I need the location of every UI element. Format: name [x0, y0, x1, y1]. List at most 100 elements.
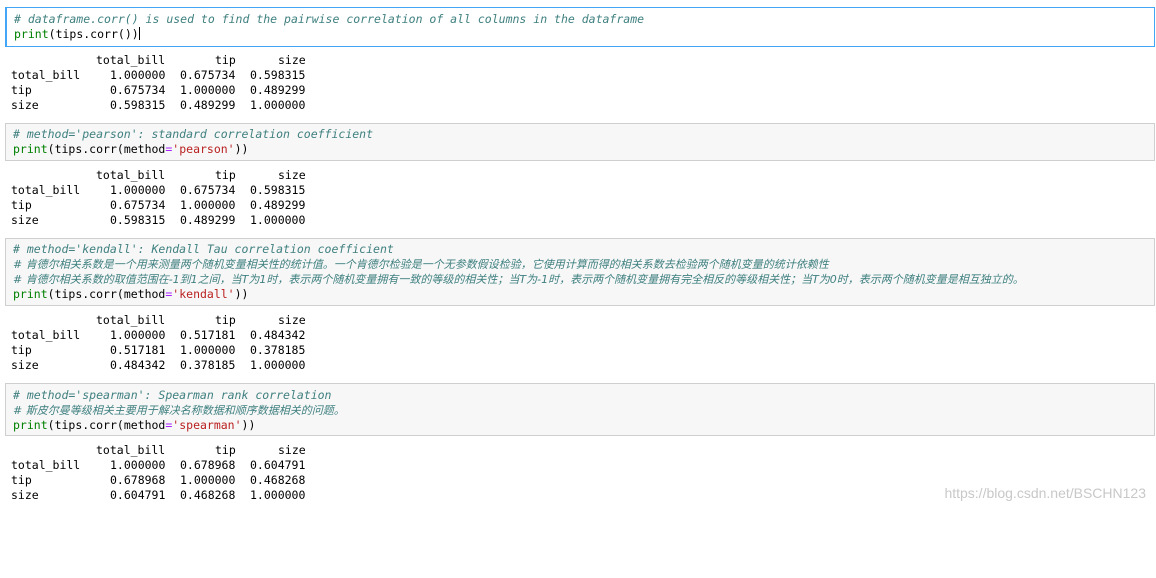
print-builtin: print	[13, 142, 48, 156]
output-header-row: total_bill tip size	[11, 53, 306, 68]
cell-value: 0.598315	[250, 68, 306, 82]
output-header-row: total_bill tip size	[11, 443, 306, 458]
output-row: size 0.604791 0.468268 1.000000	[11, 488, 305, 503]
cell-value: 1.000000	[180, 343, 236, 357]
method-call: tips.corr	[54, 287, 117, 301]
row-label: size	[11, 358, 39, 372]
print-builtin: print	[13, 418, 48, 432]
method-call: tips.corr	[55, 27, 118, 41]
cell-value: 0.678968	[180, 458, 236, 472]
cell-value: 0.598315	[110, 213, 166, 227]
code-statement: print(tips.corr(method='pearson'))	[13, 142, 248, 157]
cell-value: 0.484342	[250, 328, 306, 342]
cell-value: 1.000000	[250, 358, 306, 372]
method-call: tips.corr	[54, 142, 117, 156]
row-label: tip	[11, 83, 32, 97]
column-header: tip	[215, 443, 236, 457]
args-open: (	[116, 418, 124, 432]
output-row: total_bill 1.000000 0.678968 0.604791	[11, 458, 305, 473]
column-header: size	[278, 313, 306, 327]
kwarg-name: method	[123, 287, 166, 301]
output-row: size 0.484342 0.378185 1.000000	[11, 358, 305, 373]
cell-value: 0.468268	[250, 473, 306, 487]
row-label: size	[11, 213, 39, 227]
column-header: tip	[215, 313, 236, 327]
code-statement: print(tips.corr(method='spearman'))	[13, 418, 255, 433]
code-statement: print(tips.corr())	[14, 27, 140, 42]
row-label: tip	[11, 473, 32, 487]
output-area-4: total_bill tip size total_bill 1.000000 …	[11, 443, 306, 503]
watermark: https://blog.csdn.net/BSCHN123	[944, 485, 1146, 501]
print-builtin: print	[13, 287, 48, 301]
method-call: tips.corr	[54, 418, 117, 432]
string-literal: 'pearson'	[172, 142, 235, 156]
code-comment: # method='spearman': Spearman rank corre…	[13, 388, 332, 402]
output-header-row: total_bill tip size	[11, 168, 306, 183]
open-paren: (	[47, 142, 55, 156]
open-paren: (	[47, 287, 55, 301]
code-cell-3[interactable]: # method='kendall': Kendall Tau correlat…	[5, 238, 1155, 306]
row-label: tip	[11, 198, 32, 212]
cell-value: 0.675734	[180, 68, 236, 82]
cell-value: 0.489299	[180, 98, 236, 112]
output-row: total_bill 1.000000 0.675734 0.598315	[11, 183, 305, 198]
output-row: tip 0.675734 1.000000 0.489299	[11, 83, 305, 98]
args-open: (	[116, 142, 124, 156]
output-row: size 0.598315 0.489299 1.000000	[11, 213, 305, 228]
row-label: total_bill	[11, 183, 81, 197]
row-label: total_bill	[11, 458, 81, 472]
cell-value: 0.489299	[250, 83, 306, 97]
code-cell-2[interactable]: # method='pearson': standard correlation…	[5, 123, 1155, 161]
cell-value: 1.000000	[250, 488, 306, 502]
text-cursor	[138, 27, 140, 40]
cell-value: 0.675734	[110, 198, 166, 212]
cell-value: 1.000000	[180, 198, 236, 212]
column-header: total_bill	[96, 168, 166, 182]
output-row: size 0.598315 0.489299 1.000000	[11, 98, 305, 113]
kwarg-name: method	[123, 418, 166, 432]
output-row: tip 0.678968 1.000000 0.468268	[11, 473, 305, 488]
column-header: tip	[215, 168, 236, 182]
print-builtin: print	[14, 27, 49, 41]
cell-value: 1.000000	[110, 458, 166, 472]
column-header: total_bill	[96, 313, 166, 327]
kwarg-name: method	[123, 142, 166, 156]
cell-value: 0.517181	[110, 343, 166, 357]
row-label: size	[11, 488, 39, 502]
code-comment: # 斯皮尔曼等级相关主要用于解决名称数据和顺序数据相关的问题。	[13, 404, 345, 417]
code-comment: # 肯德尔相关系数是一个用来测量两个随机变量相关性的统计值。一个肯德尔检验是一个…	[13, 258, 829, 271]
output-area-3: total_bill tip size total_bill 1.000000 …	[11, 313, 306, 373]
column-header: tip	[215, 53, 236, 67]
output-area-2: total_bill tip size total_bill 1.000000 …	[11, 168, 306, 228]
close-paren: )	[248, 418, 256, 432]
cell-value: 0.598315	[110, 98, 166, 112]
column-header: size	[278, 168, 306, 182]
cell-value: 1.000000	[110, 328, 166, 342]
cell-value: 0.484342	[110, 358, 166, 372]
args-close: )	[124, 27, 132, 41]
row-label: total_bill	[11, 328, 81, 342]
code-comment: # 肯德尔相关系数的取值范围在-1到1之间，当T为1时，表示两个随机变量拥有一致…	[13, 273, 1024, 286]
code-cell-1[interactable]: # dataframe.corr() is used to find the p…	[5, 7, 1155, 47]
cell-value: 0.489299	[180, 213, 236, 227]
code-cell-4[interactable]: # method='spearman': Spearman rank corre…	[5, 383, 1155, 436]
cell-value: 0.489299	[250, 198, 306, 212]
output-row: tip 0.675734 1.000000 0.489299	[11, 198, 305, 213]
args-open: (	[117, 27, 125, 41]
open-paren: (	[47, 418, 55, 432]
cell-value: 0.604791	[250, 458, 306, 472]
cell-value: 0.378185	[250, 343, 306, 357]
cell-value: 0.378185	[180, 358, 236, 372]
args-close: )	[234, 287, 242, 301]
cell-value: 0.678968	[110, 473, 166, 487]
args-open: (	[116, 287, 124, 301]
output-row: total_bill 1.000000 0.675734 0.598315	[11, 68, 305, 83]
output-row: total_bill 1.000000 0.517181 0.484342	[11, 328, 305, 343]
string-literal: 'kendall'	[172, 287, 235, 301]
cell-value: 0.517181	[180, 328, 236, 342]
row-label: size	[11, 98, 39, 112]
cell-value: 1.000000	[110, 68, 166, 82]
string-literal: 'spearman'	[172, 418, 242, 432]
args-close: )	[234, 142, 242, 156]
cell-value: 1.000000	[250, 213, 306, 227]
